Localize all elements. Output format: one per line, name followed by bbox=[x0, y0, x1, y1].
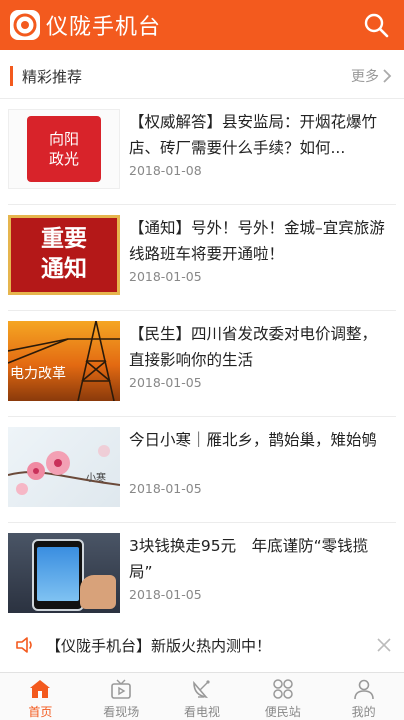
more-link[interactable]: 更多 bbox=[351, 58, 392, 94]
top-bar: 仪陇手机台 bbox=[0, 0, 404, 50]
tv-dish-icon bbox=[193, 680, 210, 699]
tab-tv[interactable]: 看电视 bbox=[162, 673, 243, 720]
tab-label: 首页 bbox=[28, 705, 53, 719]
user-icon bbox=[353, 679, 374, 700]
bottom-tab-bar: 首页 看现场 看电视 便民站 我的 bbox=[0, 672, 404, 720]
news-date: 2018-01-05 bbox=[129, 269, 202, 284]
list-item[interactable]: 重要 通知 【通知】号外！号外！金城–宜宾旅游线路班车将要开通啦！ 2018-0… bbox=[8, 205, 396, 311]
tab-label: 看电视 bbox=[183, 705, 220, 719]
tab-live[interactable]: 看现场 bbox=[81, 673, 162, 720]
thumbnail-caption: 向阳政光 bbox=[48, 130, 79, 168]
thumbnail-caption: 小寒 bbox=[86, 473, 106, 484]
news-thumbnail: 电力改革 bbox=[8, 321, 120, 401]
list-item[interactable]: 电力改革 【民生】四川省发改委对电价调整，直接影响你的生活 2018-01-05 bbox=[8, 311, 396, 417]
section-accent-bar bbox=[10, 66, 13, 86]
thumbnail-caption: 重要 bbox=[41, 226, 87, 252]
thumbnail-caption: 通知 bbox=[41, 256, 87, 282]
news-thumbnail bbox=[8, 533, 120, 613]
list-item[interactable]: 3块钱换走95元 年底谨防“零钱揽局” 2018-01-05 bbox=[8, 523, 396, 629]
tab-mine[interactable]: 我的 bbox=[323, 673, 404, 720]
section-header: 精彩推荐 更多 bbox=[0, 58, 404, 94]
grid-services-icon bbox=[273, 679, 293, 699]
news-title: 【民生】四川省发改委对电价调整，直接影响你的生活 bbox=[129, 325, 378, 369]
news-thumbnail: 向阳政光 bbox=[8, 109, 120, 189]
tab-label: 看现场 bbox=[103, 705, 140, 719]
close-icon[interactable] bbox=[374, 635, 394, 655]
app-logo-icon bbox=[10, 10, 40, 40]
news-date: 2018-01-05 bbox=[129, 481, 202, 496]
news-date: 2018-01-05 bbox=[129, 375, 202, 390]
app-title: 仪陇手机台 bbox=[46, 15, 162, 40]
thumbnail-caption: 电力改革 bbox=[10, 366, 66, 382]
phone-image bbox=[32, 539, 84, 611]
live-camera-icon bbox=[111, 679, 131, 699]
notice-bar[interactable]: 【仪陇手机台】新版火热内测中！ bbox=[0, 626, 404, 664]
home-icon bbox=[30, 680, 51, 698]
more-label: 更多 bbox=[351, 69, 379, 85]
news-title: 今日小寒｜雁北乡，鹊始巢，雉始鸲 bbox=[129, 431, 378, 449]
news-thumbnail: 重要 通知 bbox=[8, 215, 120, 295]
news-list: 向阳政光 【权威解答】县安监局：开烟花爆竹店、砖厂需要什么手续？如何... 20… bbox=[0, 99, 404, 629]
list-item[interactable]: 小寒 今日小寒｜雁北乡，鹊始巢，雉始鸲 2018-01-05 bbox=[8, 417, 396, 523]
news-date: 2018-01-05 bbox=[129, 587, 202, 602]
speaker-icon bbox=[16, 637, 32, 653]
tab-label: 便民站 bbox=[264, 705, 301, 719]
tab-services[interactable]: 便民站 bbox=[242, 673, 323, 720]
search-icon[interactable] bbox=[362, 11, 390, 39]
news-thumbnail: 小寒 bbox=[8, 427, 120, 507]
section-title: 精彩推荐 bbox=[22, 67, 83, 86]
chevron-right-icon bbox=[383, 69, 392, 83]
news-date: 2018-01-08 bbox=[129, 163, 202, 178]
news-title: 3块钱换走95元 年底谨防“零钱揽局” bbox=[129, 537, 369, 581]
tab-label: 我的 bbox=[351, 705, 376, 719]
notice-text: 【仪陇手机台】新版火热内测中！ bbox=[46, 636, 272, 655]
news-title: 【权威解答】县安监局：开烟花爆竹店、砖厂需要什么手续？如何... bbox=[129, 113, 378, 157]
list-item[interactable]: 向阳政光 【权威解答】县安监局：开烟花爆竹店、砖厂需要什么手续？如何... 20… bbox=[8, 99, 396, 205]
plum-blossom-icon bbox=[8, 445, 120, 495]
news-title: 【通知】号外！号外！金城–宜宾旅游线路班车将要开通啦！ bbox=[129, 219, 385, 263]
power-tower-icon bbox=[8, 321, 120, 401]
tab-home[interactable]: 首页 bbox=[0, 673, 81, 720]
